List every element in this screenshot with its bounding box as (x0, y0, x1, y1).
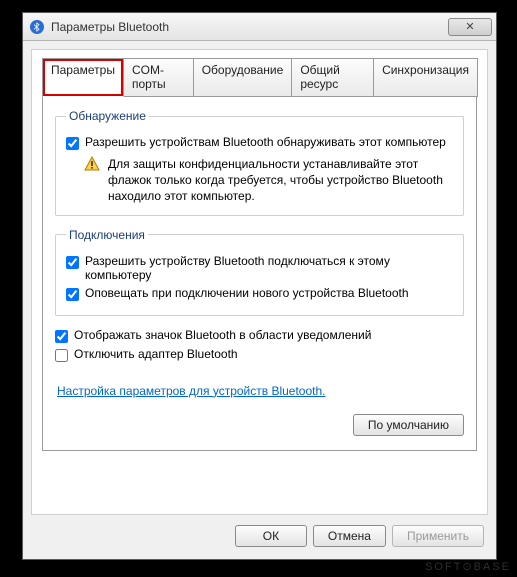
dialog-footer: ОК Отмена Применить (23, 515, 496, 559)
link-device-settings[interactable]: Настройка параметров для устройств Bluet… (57, 384, 326, 398)
tab-label: Общий ресурс (300, 63, 340, 91)
tab-com-ports[interactable]: COM-порты (123, 58, 194, 97)
tab-parameters[interactable]: Параметры (42, 58, 124, 97)
tab-label: COM-порты (132, 63, 166, 91)
checkbox-disable-adapter[interactable] (55, 349, 68, 362)
checkbox-allow-connect[interactable] (66, 256, 79, 269)
tab-sharing[interactable]: Общий ресурс (291, 58, 374, 97)
ok-button[interactable]: ОК (235, 525, 307, 547)
tab-label: Синхронизация (382, 63, 469, 77)
defaults-button[interactable]: По умолчанию (353, 414, 464, 436)
group-legend: Подключения (66, 228, 148, 242)
tab-label: Параметры (51, 63, 115, 77)
checkbox-label: Оповещать при подключении нового устройс… (85, 286, 453, 300)
group-legend: Обнаружение (66, 109, 149, 123)
checkbox-label: Разрешить устройству Bluetooth подключат… (85, 254, 453, 282)
group-discovery: Обнаружение Разрешить устройствам Blueto… (55, 109, 464, 216)
tab-panel-parameters: Обнаружение Разрешить устройствам Blueto… (42, 96, 477, 451)
checkbox-label: Отображать значок Bluetooth в области ув… (74, 328, 464, 342)
checkbox-label: Разрешить устройствам Bluetooth обнаружи… (85, 135, 453, 149)
close-icon: ✕ (465, 20, 474, 33)
tab-strip: Параметры COM-порты Оборудование Общий р… (42, 58, 477, 97)
watermark: SOFT⊙BASE (425, 560, 511, 573)
checkbox-tray-icon[interactable] (55, 330, 68, 343)
checkbox-notify-new[interactable] (66, 288, 79, 301)
content-area: Параметры COM-порты Оборудование Общий р… (31, 49, 488, 515)
tab-sync[interactable]: Синхронизация (373, 58, 478, 97)
apply-button[interactable]: Применить (392, 525, 484, 547)
cancel-button[interactable]: Отмена (313, 525, 386, 547)
close-button[interactable]: ✕ (448, 18, 492, 36)
bluetooth-settings-window: Параметры Bluetooth ✕ Параметры COM-порт… (22, 12, 497, 560)
bluetooth-icon (29, 19, 45, 35)
checkbox-allow-discover[interactable] (66, 137, 79, 150)
window-title: Параметры Bluetooth (51, 20, 448, 34)
titlebar: Параметры Bluetooth ✕ (23, 13, 496, 41)
checkbox-label: Отключить адаптер Bluetooth (74, 347, 464, 361)
tab-label: Оборудование (202, 63, 284, 77)
warning-text: Для защиты конфиденциальности устанавлив… (108, 156, 453, 205)
warning-icon (84, 156, 102, 205)
tab-hardware[interactable]: Оборудование (193, 58, 293, 97)
group-connections: Подключения Разрешить устройству Bluetoo… (55, 228, 464, 316)
